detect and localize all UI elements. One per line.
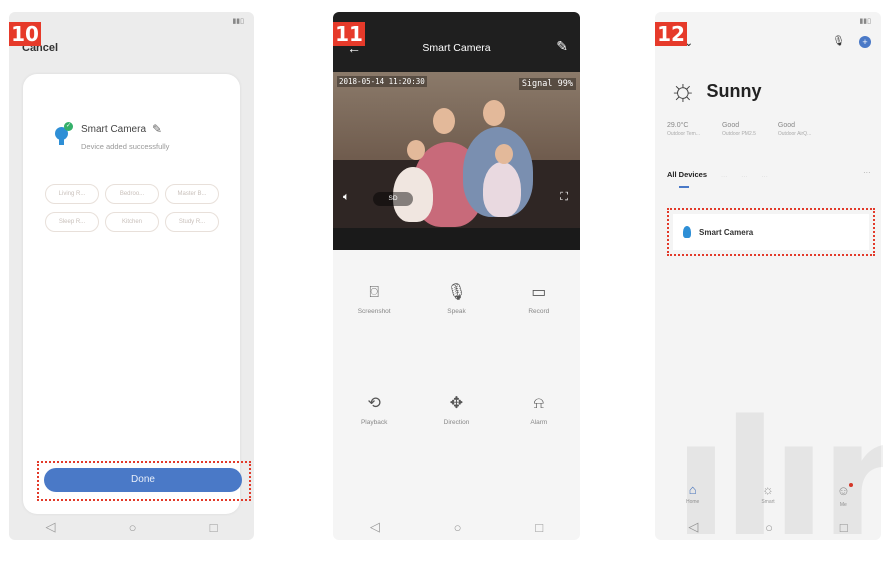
- microphone-icon: 🎙︎: [446, 284, 467, 301]
- device-status: Device added successfully: [81, 142, 170, 151]
- weather-summary: ☼ Sunny: [669, 76, 762, 106]
- room-chip[interactable]: Master B...: [165, 184, 219, 204]
- screen-smart-camera: 11 ← Smart Camera ✎ 2018-05-14 11:20:30 …: [333, 12, 580, 540]
- camera-icon: ⌼: [369, 284, 379, 301]
- camera-header: ← Smart Camera ✎: [333, 12, 580, 72]
- recent-nav-icon[interactable]: □: [535, 520, 543, 535]
- room-chip[interactable]: Bedroo...: [105, 184, 159, 204]
- tab-room[interactable]: ...: [762, 170, 768, 179]
- step-badge: 11: [333, 22, 365, 46]
- check-icon: ✓: [64, 122, 73, 131]
- voice-icon[interactable]: 🎙︎: [832, 36, 845, 48]
- screenshot-button[interactable]: ⌼ Screenshot: [333, 282, 415, 315]
- device-added-card: ✓ Smart Camera ✎ Device added successful…: [23, 74, 240, 514]
- playback-button[interactable]: ⟲ Playback: [333, 393, 415, 426]
- room-chip[interactable]: Kitchen: [105, 212, 159, 232]
- quality-toggle[interactable]: SD: [373, 192, 413, 206]
- playback-icon: ⟲: [367, 395, 381, 412]
- back-nav-icon[interactable]: ◁: [370, 519, 380, 535]
- system-nav-bar: ◁ ○ □: [333, 514, 580, 540]
- recent-nav-icon[interactable]: □: [210, 520, 218, 535]
- weather-condition: Sunny: [706, 80, 762, 101]
- home-nav-icon[interactable]: ○: [129, 520, 137, 535]
- room-chip[interactable]: Study R...: [165, 212, 219, 232]
- done-highlight: Done: [37, 461, 251, 501]
- alarm-button[interactable]: ⍾ Alarm: [498, 393, 580, 426]
- back-nav-icon[interactable]: ◁: [46, 519, 56, 535]
- watermark: ılır: [673, 385, 883, 572]
- tab-all-devices[interactable]: All Devices: [667, 170, 707, 179]
- device-tabs: All Devices ... ... ... ⋯: [667, 168, 871, 179]
- edit-pencil-icon[interactable]: ✎: [556, 38, 568, 55]
- room-chips: Living R... Bedroo... Master B... Sleep …: [45, 184, 225, 232]
- fullscreen-icon[interactable]: ⛶: [560, 191, 568, 204]
- video-bottom-bar: [333, 228, 580, 250]
- system-nav-bar: ◁ ○ □: [9, 514, 254, 540]
- home-nav-icon[interactable]: ○: [454, 520, 462, 535]
- status-bar: ▮▮▯: [655, 12, 881, 30]
- top-icons: 🎙︎ +: [832, 36, 871, 48]
- device-row: ✓ Smart Camera ✎ Device added successful…: [53, 122, 169, 151]
- volume-icon[interactable]: 🔈︎: [343, 191, 350, 204]
- stat-pm25: Good Outdoor PM2.5: [721, 122, 756, 137]
- tab-room[interactable]: ...: [721, 170, 727, 179]
- room-chip[interactable]: Living R...: [45, 184, 99, 204]
- more-icon[interactable]: ⋯: [863, 168, 871, 177]
- camera-video-feed[interactable]: 2018-05-14 11:20:30 Signal 99% 🔈︎ SD ⛶: [333, 72, 580, 250]
- battery-icon: ▮▮▯: [859, 18, 871, 25]
- device-name: Smart Camera: [699, 227, 754, 237]
- direction-button[interactable]: ✥ Direction: [415, 393, 497, 426]
- device-card[interactable]: Smart Camera: [673, 214, 869, 250]
- page-title: Smart Camera: [422, 42, 491, 54]
- weather-stats: 29.0°C Outdoor Tem... Good Outdoor PM2.5 G…: [667, 122, 811, 137]
- done-button[interactable]: Done: [44, 468, 242, 492]
- video-icon: ▭: [531, 284, 547, 301]
- screen-device-added: 10 ▮▮▯ Cancel ✓ Smart Camera ✎ Device ad…: [9, 12, 254, 540]
- camera-device-icon: [683, 226, 691, 238]
- alarm-icon: ⍾: [533, 395, 545, 412]
- video-timestamp: 2018-05-14 11:20:30: [337, 76, 427, 87]
- edit-pencil-icon[interactable]: ✎: [152, 122, 162, 136]
- record-button[interactable]: ▭ Record: [498, 282, 580, 315]
- camera-controls: ⌼ Screenshot 🎙︎ Speak ▭ Record ⟲ Playbac…: [333, 282, 580, 426]
- speak-button[interactable]: 🎙︎ Speak: [415, 282, 497, 315]
- step-badge: 12: [655, 22, 687, 46]
- device-name: Smart Camera: [81, 123, 147, 135]
- stat-air-quality: Good Outdoor AirQ...: [777, 122, 812, 137]
- step-badge: 10: [9, 22, 41, 46]
- sun-icon: ☼: [669, 74, 697, 107]
- battery-icon: ▮▮▯: [232, 18, 244, 25]
- tab-indicator: [679, 186, 689, 188]
- add-device-icon[interactable]: +: [859, 36, 871, 48]
- signal-strength: Signal 99%: [518, 78, 576, 90]
- camera-device-icon: ✓: [53, 122, 73, 146]
- stat-temperature: 29.0°C Outdoor Tem...: [667, 122, 700, 137]
- room-chip[interactable]: Sleep R...: [45, 212, 99, 232]
- tab-room[interactable]: ...: [741, 170, 747, 179]
- status-bar: ▮▮▯: [9, 12, 254, 30]
- device-highlight: Smart Camera: [667, 208, 875, 256]
- direction-icon: ✥: [449, 395, 464, 412]
